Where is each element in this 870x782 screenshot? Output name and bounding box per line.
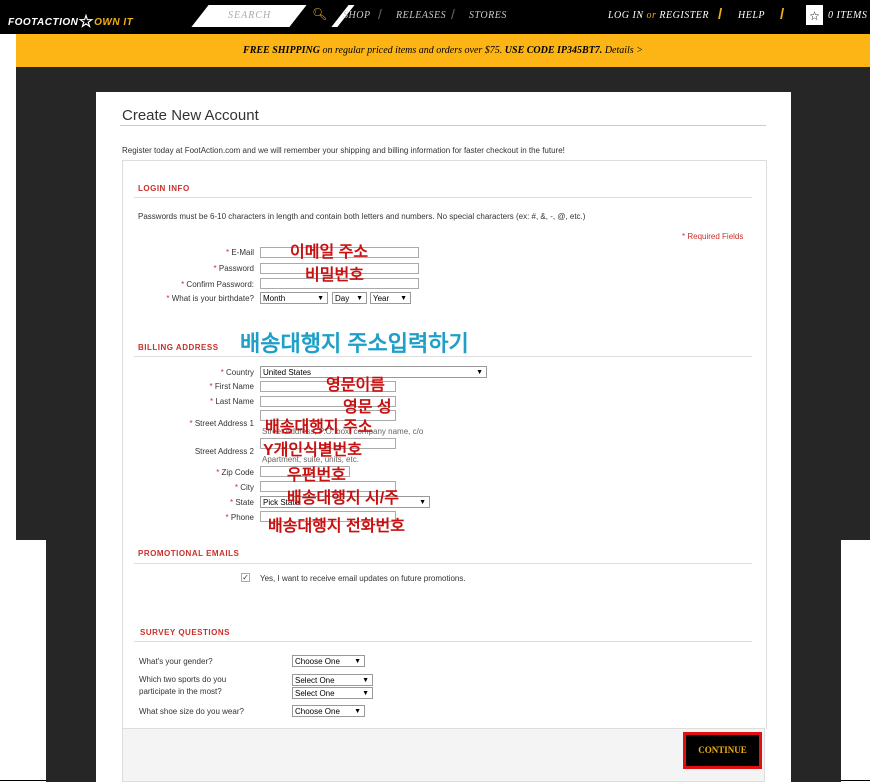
nav-releases-link[interactable]: RELEASES [396, 10, 446, 21]
cart-count[interactable]: 0 ITEMS [828, 10, 867, 21]
sport-select-2[interactable]: Select One ▼ [292, 687, 373, 699]
chevron-down-icon: ▼ [354, 708, 361, 715]
logo-tagline: OWN IT [94, 17, 134, 28]
sport-select-1[interactable]: Select One ▼ [292, 674, 373, 686]
phone-label: * Phone [225, 513, 254, 522]
shoe-size-select[interactable]: Choose One ▼ [292, 705, 365, 717]
logo-text: FOOTACTION [8, 17, 79, 28]
nav-divider: / [451, 6, 455, 22]
promo-email-label: Yes, I want to receive email updates on … [260, 574, 466, 583]
page-background-right [790, 540, 841, 782]
annotation-billing: 배송대행지 주소입력하기 [240, 331, 469, 356]
footaction-logo[interactable]: FOOTACTION☆OWN IT [8, 10, 134, 31]
first-name-label: * First Name [209, 382, 254, 391]
shoe-size-question: What shoe size do you wear? [139, 707, 244, 716]
nav-shop-link[interactable]: SHOP [343, 10, 371, 21]
sports-question-line1: Which two sports do you [139, 675, 227, 684]
annotation-zip: 우편번호 [287, 467, 346, 484]
sports-question-line2: participate in the most? [139, 687, 222, 696]
annotation-street2: Y개인식별번호 [263, 442, 362, 459]
password-rules: Passwords must be 6-10 characters in len… [138, 212, 586, 221]
section-divider [134, 197, 752, 198]
survey-heading: SURVEY QUESTIONS [140, 628, 230, 637]
chevron-down-icon: ▼ [400, 295, 407, 302]
star-icon: ☆ [78, 12, 95, 31]
promo-email-checkbox[interactable]: ✓ [241, 573, 250, 582]
search-icon: 🔍︎ [312, 7, 328, 21]
or-text: or [646, 10, 657, 21]
password-label: * Password [213, 264, 254, 273]
form-box [122, 160, 767, 729]
page-background-left [46, 540, 96, 782]
promo-banner: FREE SHIPPING on regular priced items an… [16, 34, 870, 67]
promotional-heading: PROMOTIONAL EMAILS [138, 549, 240, 558]
section-divider [134, 563, 752, 564]
gender-question: What's your gender? [139, 657, 213, 666]
search-placeholder: SEARCH [228, 10, 272, 21]
billing-heading: BILLING ADDRESS [138, 343, 219, 352]
birth-year-select[interactable]: Year ▼ [370, 292, 411, 304]
section-divider [134, 641, 752, 642]
login-info-heading: LOGIN INFO [138, 184, 190, 193]
annotation-street1: 배송대행지 주소 [265, 419, 373, 436]
continue-button[interactable]: CONTINUE [683, 732, 762, 769]
state-label: * State [229, 498, 254, 507]
title-divider [120, 125, 766, 126]
required-fields-note: * Required Fields [682, 232, 744, 241]
chevron-down-icon: ▼ [476, 369, 483, 376]
annotation-phone: 배송대행지 전화번호 [268, 518, 405, 535]
gender-select[interactable]: Choose One ▼ [292, 655, 365, 667]
login-text[interactable]: LOG IN [608, 10, 644, 21]
promo-free-shipping: FREE SHIPPING [243, 45, 320, 56]
chevron-down-icon: ▼ [354, 658, 361, 665]
chevron-down-icon: ▼ [362, 677, 369, 684]
country-label: * Country [220, 368, 254, 377]
page-title: Create New Account [122, 107, 259, 124]
page-edge-line [841, 780, 870, 781]
page-edge-line [0, 780, 46, 781]
register-link[interactable]: REGISTER [659, 10, 709, 21]
confirm-password-label: * Confirm Password: [181, 280, 254, 289]
nav-stores-link[interactable]: STORES [469, 10, 507, 21]
promo-code: USE CODE IP345BT7. [504, 45, 603, 56]
chevron-down-icon: ▼ [356, 295, 363, 302]
annotation-city: 배송대행지 시/주 [287, 490, 399, 507]
annotation-email: 이메일 주소 [290, 244, 369, 261]
street2-label: Street Address 2 [194, 447, 254, 456]
annotation-password: 비밀번호 [305, 267, 364, 284]
annotation-first-name: 영문이름 [326, 377, 385, 394]
chevron-down-icon: ▼ [362, 690, 369, 697]
birth-month-select[interactable]: Month ▼ [260, 292, 328, 304]
intro-text: Register today at FootAction.com and we … [122, 146, 565, 155]
zip-label: * Zip Code [216, 468, 254, 477]
chevron-down-icon: ▼ [419, 499, 426, 506]
login-link: LOG IN or REGISTER [608, 10, 709, 21]
city-label: * City [234, 483, 254, 492]
email-label: * E-Mail [225, 248, 254, 257]
nav-divider: / [780, 6, 785, 23]
birthdate-label: * What is your birthdate? [166, 294, 254, 303]
birth-day-select[interactable]: Day ▼ [332, 292, 367, 304]
last-name-label: * Last Name [209, 397, 254, 406]
street1-label: * Street Address 1 [189, 419, 255, 428]
form-footer [122, 728, 765, 782]
shopping-bag-icon[interactable]: ☆ [806, 5, 823, 25]
help-link[interactable]: HELP [738, 10, 765, 21]
promo-text: on regular priced items and orders over … [320, 45, 505, 56]
chevron-down-icon: ▼ [317, 295, 324, 302]
nav-divider: / [718, 6, 723, 23]
nav-divider: / [378, 6, 382, 22]
promo-details-link[interactable]: Details > [602, 45, 643, 56]
